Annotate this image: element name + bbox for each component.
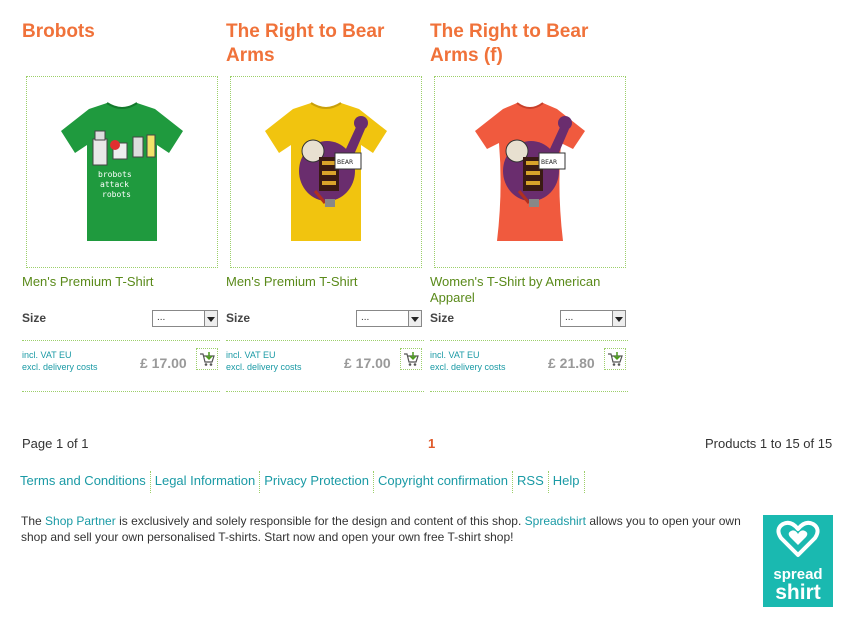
- cart-icon: [608, 352, 623, 366]
- vat-info[interactable]: incl. VAT EU excl. delivery costs: [22, 349, 98, 373]
- add-to-cart-button[interactable]: [604, 348, 626, 370]
- svg-text:BEAR: BEAR: [337, 159, 353, 166]
- footer-link-terms[interactable]: Terms and Conditions: [18, 471, 151, 493]
- product-type[interactable]: Men's Premium T-Shirt: [22, 274, 220, 290]
- svg-text:robots: robots: [102, 190, 131, 199]
- delivery-text: excl. delivery costs: [22, 362, 98, 372]
- size-select[interactable]: ...: [560, 310, 626, 327]
- vat-text: incl. VAT EU: [226, 350, 276, 360]
- price-row: incl. VAT EU excl. delivery costs £ 17.0…: [22, 340, 220, 392]
- product-image[interactable]: brobots attack robots: [26, 76, 218, 268]
- current-page-link[interactable]: 1: [428, 436, 435, 451]
- spreadshirt-heart-icon: spread shirt: [773, 520, 823, 604]
- size-select-value: ...: [157, 312, 166, 323]
- cart-icon: [404, 352, 419, 366]
- size-label: Size: [430, 311, 455, 325]
- cart-icon: [200, 352, 215, 366]
- shop-disclaimer: The Shop Partner is exclusively and sole…: [21, 513, 741, 545]
- footer-link-copyright[interactable]: Copyright confirmation: [374, 471, 514, 493]
- footer-link-rss[interactable]: RSS: [513, 471, 549, 493]
- price-row: incl. VAT EU excl. delivery costs £ 21.8…: [430, 340, 628, 392]
- footer-link-privacy[interactable]: Privacy Protection: [260, 471, 374, 493]
- add-to-cart-button[interactable]: [400, 348, 422, 370]
- products-count: Products 1 to 15 of 15: [705, 436, 833, 451]
- svg-text:brobots: brobots: [98, 170, 132, 179]
- add-to-cart-button[interactable]: [196, 348, 218, 370]
- product-title[interactable]: Brobots: [22, 20, 220, 44]
- vat-info[interactable]: incl. VAT EU excl. delivery costs: [226, 349, 302, 373]
- tshirt-image: brobots attack robots: [61, 102, 183, 241]
- product-title[interactable]: The Right to Bear Arms (f): [430, 20, 628, 68]
- vat-info[interactable]: incl. VAT EU excl. delivery costs: [430, 349, 506, 373]
- svg-text:BEAR: BEAR: [541, 159, 557, 166]
- footer-link-help[interactable]: Help: [549, 471, 585, 493]
- size-label: Size: [22, 311, 47, 325]
- size-select-value: ...: [565, 312, 574, 323]
- vat-text: incl. VAT EU: [430, 350, 480, 360]
- product-image[interactable]: BEAR: [434, 76, 626, 268]
- tshirt-image: BEAR: [265, 102, 387, 241]
- about-text-pre: The: [21, 514, 46, 528]
- logo-text-line2: shirt: [775, 581, 821, 604]
- product-type[interactable]: Women's T-Shirt by American Apparel: [430, 274, 628, 306]
- delivery-text: excl. delivery costs: [226, 362, 302, 372]
- product-price: £ 17.00: [344, 355, 391, 371]
- footer-link-legal[interactable]: Legal Information: [151, 471, 261, 493]
- svg-text:attack: attack: [100, 180, 129, 189]
- price-row: incl. VAT EU excl. delivery costs £ 17.0…: [226, 340, 424, 392]
- product-price: £ 21.80: [548, 355, 595, 371]
- chevron-down-icon: [204, 311, 217, 326]
- product-title[interactable]: The Right to Bear Arms: [226, 20, 424, 68]
- shop-partner-link[interactable]: Shop Partner: [45, 514, 116, 528]
- product-image[interactable]: BEAR: [230, 76, 422, 268]
- size-select[interactable]: ...: [356, 310, 422, 327]
- page-indicator: Page 1 of 1: [22, 436, 89, 451]
- size-label: Size: [226, 311, 251, 325]
- footer-links: Terms and Conditions Legal Information P…: [18, 471, 585, 493]
- product-type[interactable]: Men's Premium T-Shirt: [226, 274, 424, 290]
- size-select-value: ...: [361, 312, 370, 323]
- spreadshirt-link[interactable]: Spreadshirt: [525, 514, 586, 528]
- vat-text: incl. VAT EU: [22, 350, 72, 360]
- chevron-down-icon: [612, 311, 625, 326]
- size-select[interactable]: ...: [152, 310, 218, 327]
- delivery-text: excl. delivery costs: [430, 362, 506, 372]
- spreadshirt-logo[interactable]: spread shirt: [763, 515, 833, 607]
- product-price: £ 17.00: [140, 355, 187, 371]
- tshirt-image: BEAR: [475, 102, 585, 241]
- about-text-mid: is exclusively and solely responsible fo…: [115, 514, 525, 528]
- chevron-down-icon: [408, 311, 421, 326]
